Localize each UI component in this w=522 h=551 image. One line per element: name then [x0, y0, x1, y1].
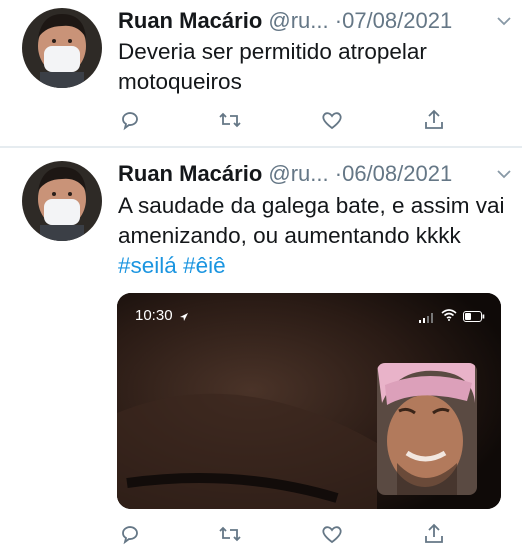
tweet-header: Ruan Macário @ru... ·07/08/2021 [118, 8, 513, 34]
wifi-icon [441, 308, 457, 326]
tweet-text: Deveria ser permitido atropelar motoquei… [118, 39, 427, 94]
like-icon[interactable] [320, 108, 346, 134]
signal-icon [419, 310, 433, 328]
tweet-actions [118, 522, 448, 548]
meta-separator: · [334, 8, 343, 33]
author-handle[interactable]: @ru... [268, 8, 328, 33]
share-icon[interactable] [422, 108, 448, 134]
tweet-header: Ruan Macário @ru... ·06/08/2021 [118, 161, 513, 187]
chevron-down-icon[interactable] [495, 10, 513, 36]
avatar[interactable] [22, 8, 102, 88]
author-handle[interactable]: @ru... [268, 161, 328, 186]
retweet-icon[interactable] [218, 522, 244, 548]
author-name[interactable]: Ruan Macário [118, 161, 262, 186]
chevron-down-icon[interactable] [495, 163, 513, 189]
tweet-text-body: A saudade da galega bate, e assim vai am… [118, 193, 505, 248]
meta-separator: · [334, 161, 343, 186]
like-icon[interactable] [320, 522, 346, 548]
avatar[interactable] [22, 161, 102, 241]
share-icon[interactable] [422, 522, 448, 548]
location-arrow-icon [179, 309, 189, 327]
tweet-date[interactable]: 06/08/2021 [342, 161, 452, 186]
tweet-1[interactable]: Ruan Macário @ru... ·07/08/2021 Deveria … [0, 0, 522, 148]
tweet-actions [118, 108, 448, 134]
tweet-date[interactable]: 07/08/2021 [342, 8, 452, 33]
tweet-media-image[interactable]: 10:30 [117, 293, 501, 509]
tweet-text: A saudade da galega bate, e assim vai am… [118, 191, 513, 281]
retweet-icon[interactable] [218, 108, 244, 134]
hashtag-link[interactable]: #seilá [118, 253, 177, 278]
hashtag-link[interactable]: #êiê [183, 253, 226, 278]
status-time: 10:30 [135, 307, 173, 324]
reply-icon[interactable] [118, 108, 144, 134]
reply-icon[interactable] [118, 522, 144, 548]
battery-icon [463, 309, 485, 327]
author-name[interactable]: Ruan Macário [118, 8, 262, 33]
video-call-pip[interactable] [377, 363, 477, 495]
